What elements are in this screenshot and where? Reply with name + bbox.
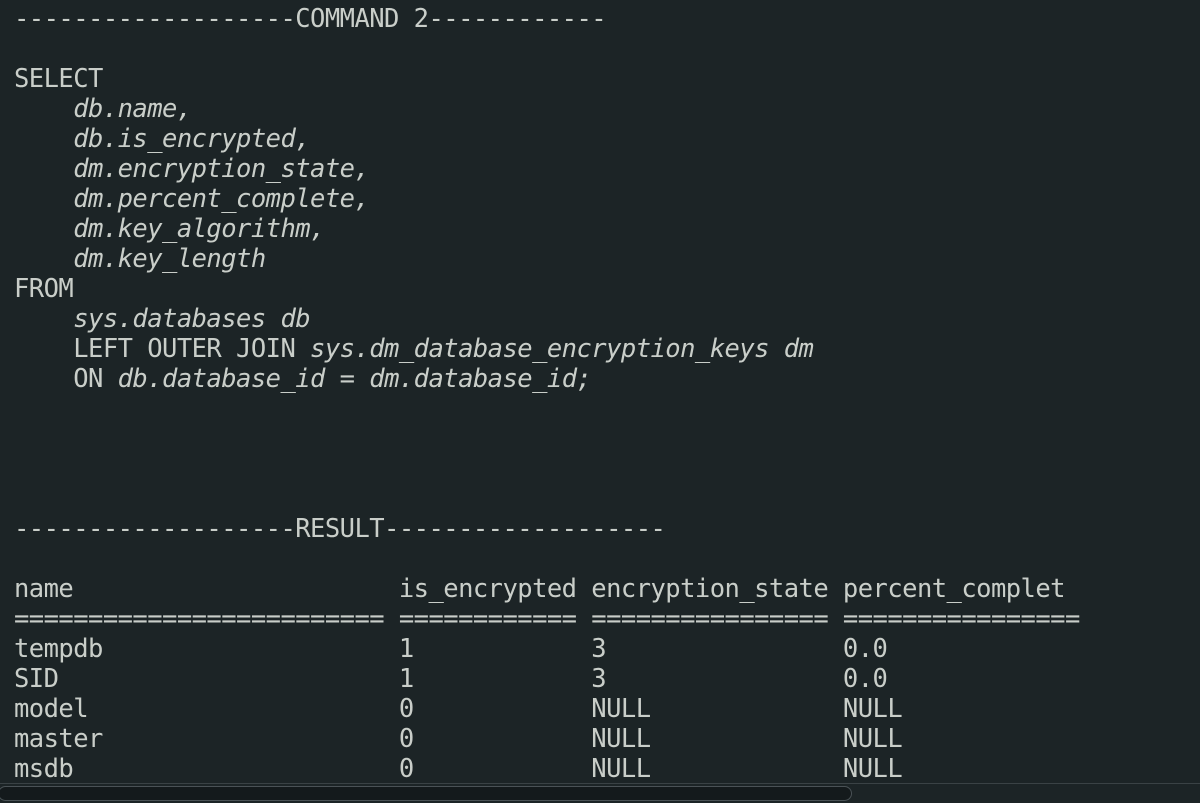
command-banner: -------------------COMMAND 2------------ [14,4,607,34]
sql-keyword-on: ON [14,364,118,394]
sql-keyword-select: SELECT [14,64,103,94]
sql-line-table-databases: sys.databases db [14,304,311,334]
sql-keyword-from: FROM [14,274,74,304]
sql-line-select: SELECT [14,64,1200,94]
table-row: SID 1 3 0.0 [14,664,888,694]
sql-line-column-encryption-state: dm.encryption_state, [14,154,370,184]
table-row: tempdb 1 3 0.0 [14,634,888,664]
result-banner: -------------------RESULT---------------… [14,514,666,544]
sql-line-from: FROM [14,274,1200,304]
result-table-header: name is_encrypted encryption_state perce… [14,574,1066,604]
horizontal-scrollbar-thumb[interactable] [0,786,852,801]
table-row: master 0 NULL NULL [14,724,903,754]
sql-line-left-outer-join: LEFT OUTER JOIN sys.dm_database_encrypti… [14,334,1200,364]
table-row: msdb 0 NULL NULL [14,754,903,783]
table-row: model 0 NULL NULL [14,694,903,724]
sql-line-column-key-length: dm.key_length [14,244,266,274]
sql-line-column-key-algorithm: dm.key_algorithm, [14,214,325,244]
sql-line-column-name: db.name, [14,94,192,124]
result-table-separator: ========================= ============ =… [14,604,1080,634]
sql-on-condition-identifier: db.database_id = dm.database_id; [117,364,592,394]
terminal-screen: -------------------COMMAND 2------------… [0,0,1200,803]
horizontal-scrollbar-track[interactable] [0,783,1200,803]
sql-line-column-is-encrypted: db.is_encrypted, [14,124,311,154]
sql-line-column-percent-complete: dm.percent_complete, [14,184,370,214]
terminal-output-area[interactable]: -------------------COMMAND 2------------… [0,0,1200,783]
sql-keyword-left-outer-join: LEFT OUTER JOIN [14,334,311,364]
sql-join-table-identifier: sys.dm_database_encryption_keys dm [310,334,814,364]
sql-line-on-clause: ON db.database_id = dm.database_id; [14,364,1200,394]
